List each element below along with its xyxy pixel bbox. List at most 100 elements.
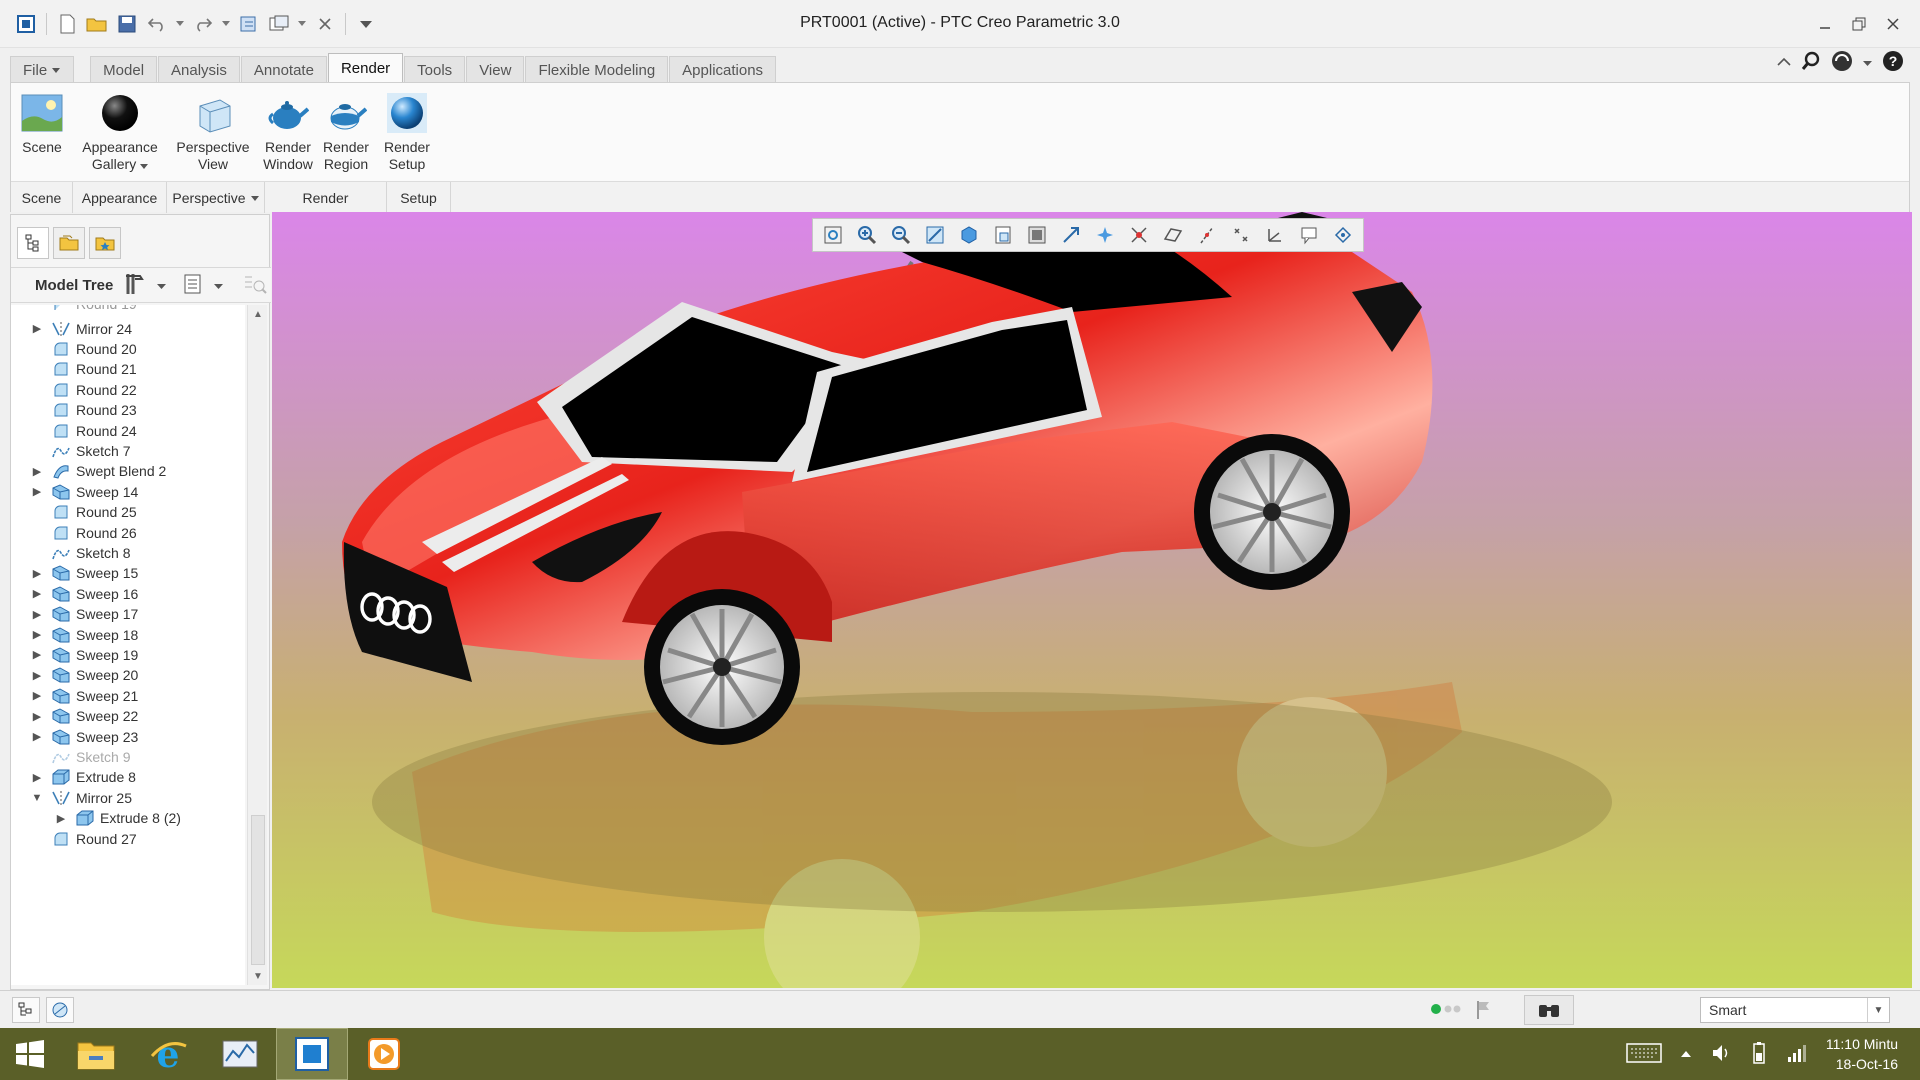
- view-manager-icon[interactable]: [1023, 221, 1051, 249]
- group-perspective[interactable]: Perspective: [167, 182, 265, 213]
- perspective-view-button[interactable]: Perspective View: [167, 83, 259, 183]
- plane-display-icon[interactable]: [1159, 221, 1187, 249]
- minimize-button[interactable]: [1808, 10, 1842, 38]
- expand-arrow-icon[interactable]: ▶: [31, 730, 43, 743]
- saved-orientations-icon[interactable]: [989, 221, 1017, 249]
- search-icon[interactable]: [1801, 51, 1821, 74]
- taskbar-items: e: [0, 1028, 420, 1080]
- appearance-gallery-button[interactable]: Appearance Gallery: [73, 83, 167, 183]
- tree-settings-icon[interactable]: [123, 272, 147, 299]
- battery-icon[interactable]: [1750, 1041, 1768, 1068]
- scroll-down-arrow[interactable]: ▼: [248, 967, 268, 985]
- tab-flexible-modeling[interactable]: Flexible Modeling: [525, 56, 669, 83]
- taskbar-file-explorer[interactable]: [60, 1028, 132, 1080]
- tree-row-label: Sketch 8: [76, 544, 131, 561]
- tab-applications[interactable]: Applications: [669, 56, 777, 83]
- start-button[interactable]: [0, 1028, 60, 1080]
- community-icon[interactable]: [1831, 50, 1853, 75]
- volume-icon[interactable]: [1710, 1042, 1732, 1067]
- chevron-down-icon[interactable]: ▼: [1867, 998, 1889, 1022]
- community-dropdown-icon[interactable]: [1863, 55, 1872, 70]
- expand-arrow-icon[interactable]: ▶: [31, 771, 43, 784]
- expand-arrow-icon[interactable]: ▶: [31, 689, 43, 702]
- flag-icon[interactable]: [1476, 999, 1492, 1024]
- tab-view[interactable]: View: [466, 56, 525, 83]
- tab-model[interactable]: Model: [90, 56, 158, 83]
- render-region-button[interactable]: Render Region: [317, 83, 375, 183]
- model-tree-scrollbar[interactable]: ▲ ▼: [247, 305, 267, 985]
- zoom-out-icon[interactable]: [887, 221, 915, 249]
- expand-arrow-icon[interactable]: ▶: [31, 710, 43, 723]
- expand-arrow-icon[interactable]: ▶: [31, 587, 43, 600]
- point-display-icon[interactable]: [1227, 221, 1255, 249]
- restore-button[interactable]: [1842, 10, 1876, 38]
- show-hidden-icons-icon[interactable]: [1680, 1047, 1692, 1062]
- collapse-arrow-icon[interactable]: ▼: [31, 792, 43, 804]
- tree-row[interactable]: Round 27: [11, 826, 245, 851]
- browser-toggle-icon[interactable]: [46, 997, 74, 1023]
- tab-file[interactable]: File: [10, 56, 75, 83]
- round-icon: [51, 305, 71, 313]
- expand-arrow-icon[interactable]: ▶: [31, 669, 43, 682]
- taskbar-chart-app[interactable]: [204, 1028, 276, 1080]
- keyboard-icon[interactable]: [1626, 1042, 1662, 1067]
- teapot-region-icon: [324, 91, 368, 135]
- minimize-ribbon-icon[interactable]: [1777, 55, 1791, 70]
- show-options-icon[interactable]: [182, 273, 204, 298]
- expand-arrow-icon[interactable]: ▶: [31, 465, 43, 478]
- find-icon[interactable]: [1524, 995, 1574, 1025]
- ribbon-right-icons: ?: [1777, 50, 1904, 75]
- expand-arrow-icon[interactable]: ▶: [31, 628, 43, 641]
- selection-filter-dropdown[interactable]: Smart ▼: [1700, 997, 1890, 1023]
- expand-arrow-icon[interactable]: ▶: [31, 485, 43, 498]
- perspective-toggle-icon[interactable]: [1057, 221, 1085, 249]
- round-icon: [51, 381, 71, 399]
- spin-icon[interactable]: [1329, 221, 1357, 249]
- tree-settings-dropdown-icon[interactable]: [157, 278, 167, 293]
- expand-arrow-icon[interactable]: ▶: [55, 812, 67, 825]
- model-tree-tab[interactable]: [17, 227, 49, 259]
- render-window-button[interactable]: Render Window: [259, 83, 317, 183]
- display-style-icon[interactable]: [955, 221, 983, 249]
- show-dropdown-icon[interactable]: [214, 278, 224, 293]
- expand-arrow-icon[interactable]: ▶: [31, 322, 43, 335]
- scroll-thumb[interactable]: [251, 815, 265, 965]
- taskbar-media-player[interactable]: [348, 1028, 420, 1080]
- tab-tools[interactable]: Tools: [404, 56, 466, 83]
- annotation-display-icon[interactable]: [1295, 221, 1323, 249]
- render-setup-button[interactable]: Render Setup: [375, 83, 439, 183]
- refit-icon[interactable]: [819, 221, 847, 249]
- tree-filter-icon[interactable]: [243, 273, 268, 298]
- sketch-icon: [51, 748, 71, 766]
- close-button[interactable]: [1876, 10, 1910, 38]
- tree-row-label: Sweep 21: [76, 687, 139, 704]
- taskbar-creo-parametric[interactable]: [276, 1028, 348, 1080]
- tab-annotate[interactable]: Annotate: [240, 56, 327, 83]
- scene-button[interactable]: Scene: [11, 83, 73, 183]
- graphics-viewport[interactable]: [272, 212, 1912, 988]
- clock[interactable]: 11:10 Mintu 18-Oct-16: [1826, 1034, 1898, 1074]
- spin-center-icon[interactable]: [1091, 221, 1119, 249]
- network-signal-icon[interactable]: [1786, 1042, 1808, 1067]
- expand-arrow-icon[interactable]: ▶: [31, 648, 43, 661]
- group-setup: Setup: [387, 182, 451, 213]
- taskbar-internet-explorer[interactable]: e: [132, 1028, 204, 1080]
- scroll-up-arrow[interactable]: ▲: [248, 305, 268, 323]
- navigator-panel: Model Tree Round 19 ▶Mirror 24Round 20Ro…: [10, 214, 271, 990]
- repaint-icon[interactable]: [921, 221, 949, 249]
- csys-display-icon[interactable]: [1261, 221, 1289, 249]
- teapot-icon: [266, 91, 310, 135]
- tab-analysis[interactable]: Analysis: [158, 56, 240, 83]
- tab-render[interactable]: Render: [327, 53, 404, 83]
- tree-row-label: Sweep 16: [76, 585, 139, 602]
- navigator-toggle-icon[interactable]: [12, 997, 40, 1023]
- expand-arrow-icon[interactable]: ▶: [31, 608, 43, 621]
- zoom-in-icon[interactable]: [853, 221, 881, 249]
- car-shadow: [372, 692, 1612, 912]
- datum-display-icon[interactable]: [1125, 221, 1153, 249]
- expand-arrow-icon[interactable]: ▶: [31, 567, 43, 580]
- help-icon[interactable]: ?: [1882, 50, 1904, 75]
- favorites-tab[interactable]: [89, 227, 121, 259]
- axis-display-icon[interactable]: [1193, 221, 1221, 249]
- folder-browser-tab[interactable]: [53, 227, 85, 259]
